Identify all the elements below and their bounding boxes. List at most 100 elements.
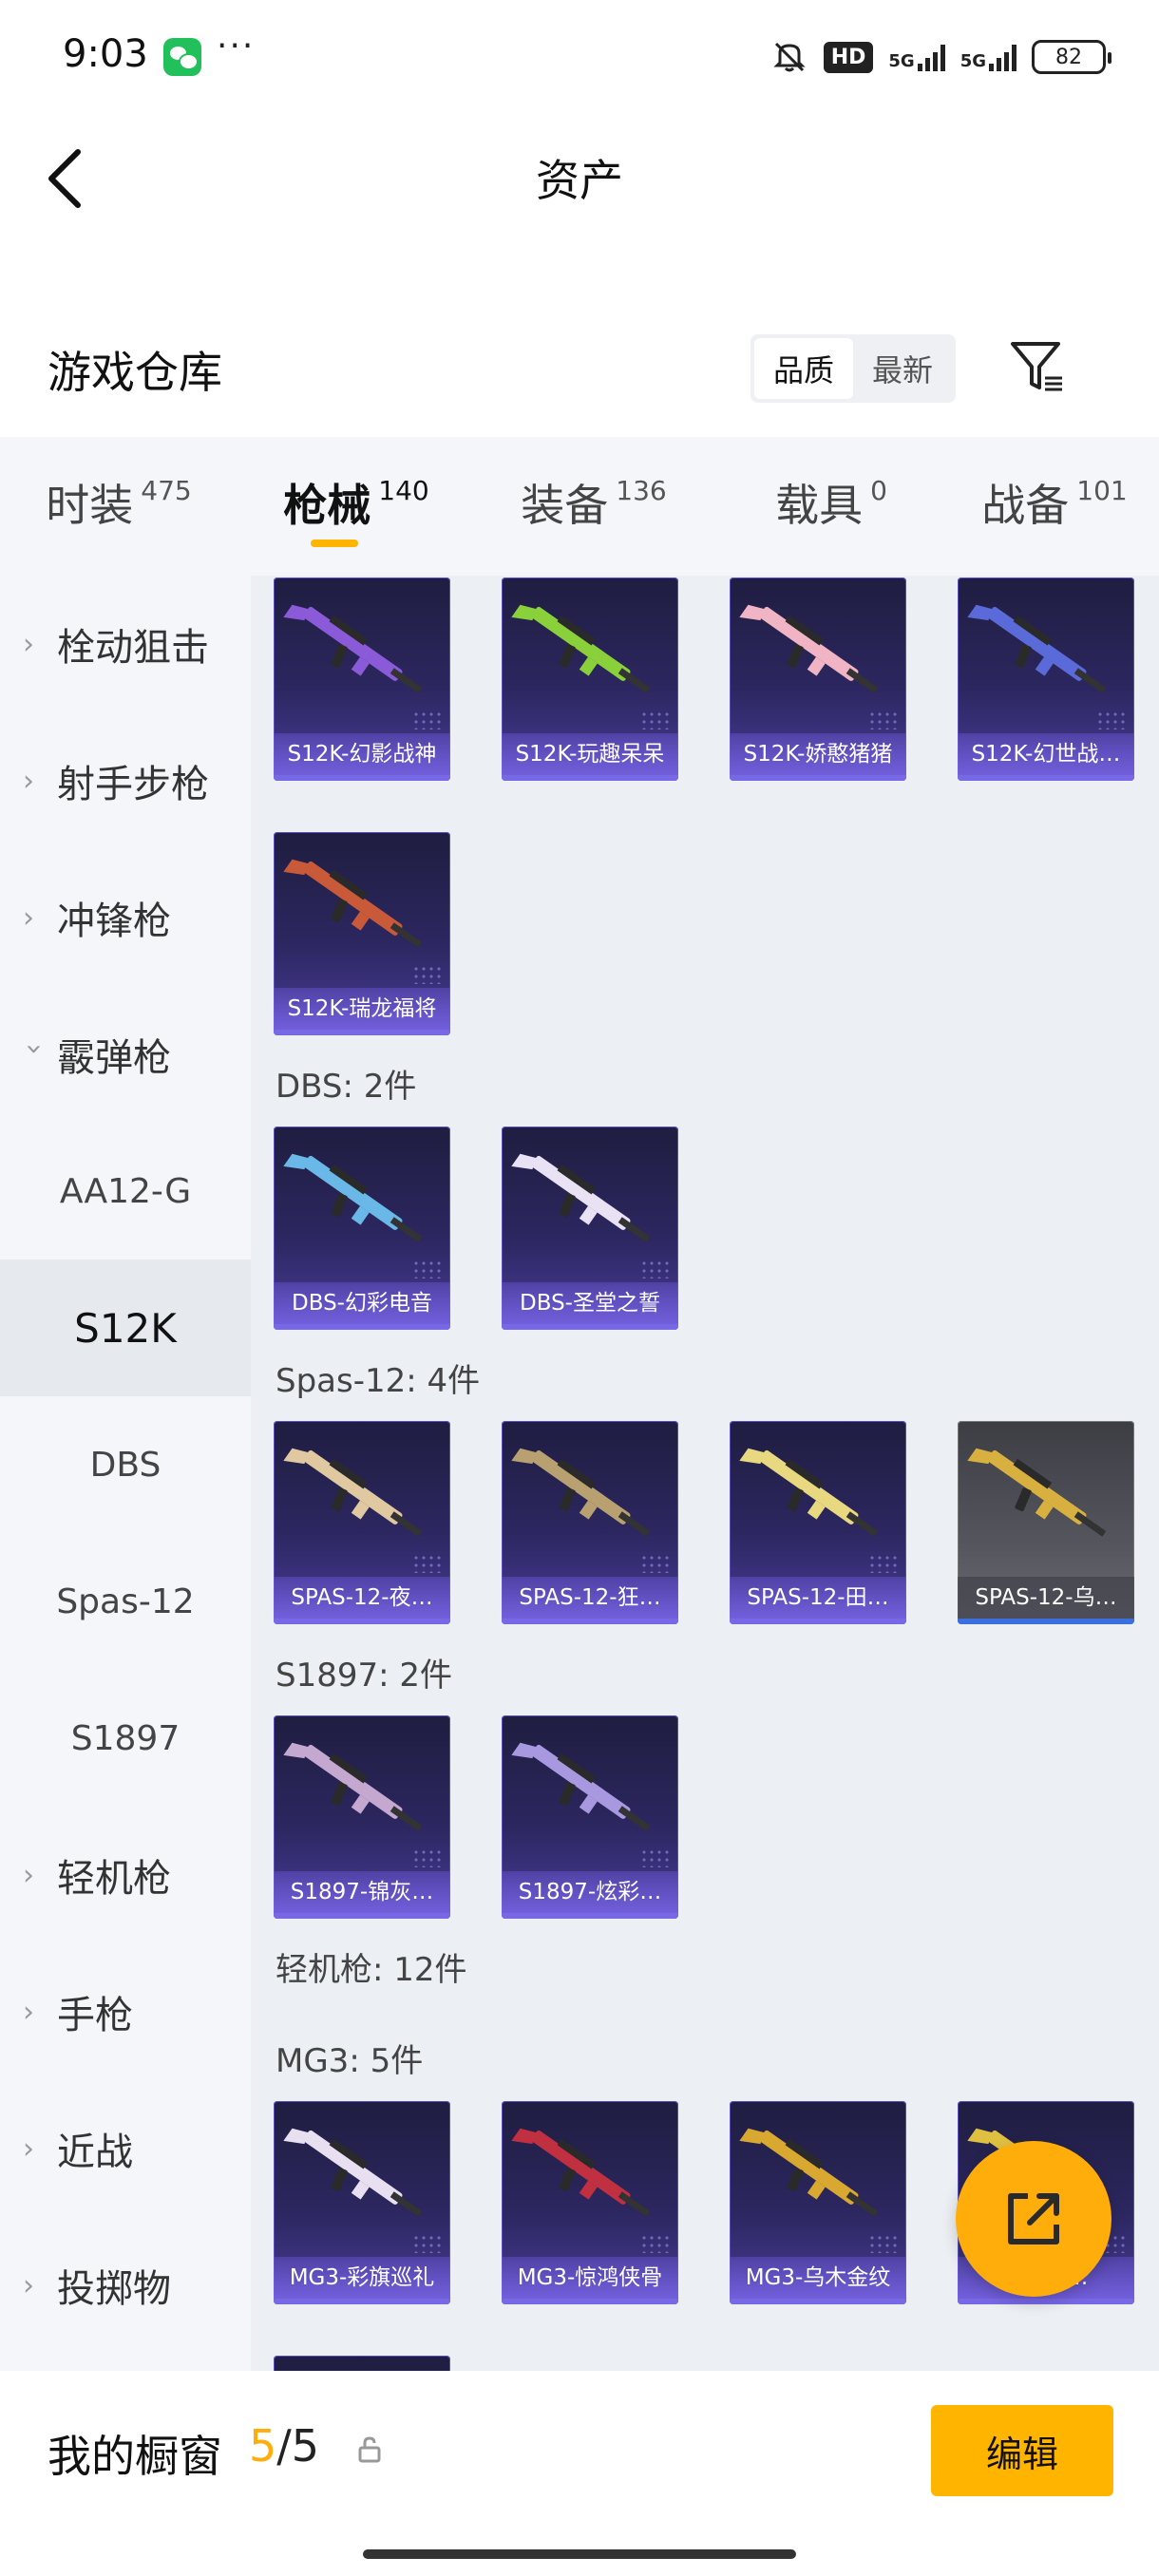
- tab-weapons[interactable]: 枪械 140: [238, 437, 475, 576]
- tab-fashion[interactable]: 时装 475: [0, 437, 238, 576]
- share-button[interactable]: [956, 2141, 1112, 2297]
- item-card[interactable]: [274, 2356, 450, 2371]
- group-label-spas12: Spas-12: 4件: [276, 1362, 481, 1400]
- item-card[interactable]: S12K-瑞龙福将: [274, 832, 450, 1035]
- sidebar-item-shotgun[interactable]: › 霰弹枪: [0, 986, 251, 1123]
- rarity-bar: [502, 1913, 678, 1919]
- weapon-category-sidebar: › 栓动狙击 › 射手步枪 › 冲锋枪 › 霰弹枪 AA12-G S12K DBS Sp…: [0, 576, 251, 2371]
- item-card[interactable]: SPAS-12-乌…: [958, 1421, 1134, 1624]
- item-card[interactable]: S1897-锦灰…: [274, 1715, 450, 1919]
- tab-label: 枪械: [283, 480, 371, 531]
- rarity-bar: [730, 1619, 906, 1624]
- item-name: S12K-娇憨猪猪: [730, 733, 906, 775]
- item-card[interactable]: SPAS-12-狂…: [502, 1421, 678, 1624]
- sidebar-item-label: 手枪: [57, 1994, 133, 2037]
- item-card[interactable]: SPAS-12-夜…: [274, 1421, 450, 1624]
- sidebar-sub-aa12g[interactable]: AA12-G: [0, 1123, 251, 1260]
- group-label-lmg: 轻机枪: 12件: [276, 1951, 467, 1989]
- item-name: SPAS-12-狂…: [502, 1577, 678, 1619]
- rarity-bar: [958, 775, 1134, 781]
- tab-equipment[interactable]: 装备 136: [475, 437, 712, 576]
- sidebar-item-label: 射手步枪: [57, 763, 209, 806]
- sort-latest-button[interactable]: 最新: [853, 338, 952, 399]
- chevron-right-icon: ›: [23, 1995, 34, 2029]
- item-card[interactable]: S12K-娇憨猪猪: [730, 578, 906, 781]
- item-card[interactable]: DBS-圣堂之誓: [502, 1127, 678, 1330]
- rarity-bar: [502, 2299, 678, 2304]
- item-name: SPAS-12-夜…: [274, 1577, 450, 1619]
- battery-icon: 82: [1032, 40, 1112, 74]
- sidebar-sub-dbs[interactable]: DBS: [0, 1396, 251, 1533]
- status-time: 9:03: [63, 32, 148, 76]
- machine-gun-skin-icon: [511, 2114, 669, 2238]
- sidebar-item-throwable[interactable]: › 投掷物: [0, 2217, 251, 2354]
- sidebar-item-label: 霰弹枪: [57, 1036, 171, 1080]
- tab-vehicles[interactable]: 载具 0: [712, 437, 950, 576]
- chevron-right-icon: ›: [23, 900, 34, 935]
- rarity-bar: [274, 2299, 450, 2304]
- chevron-right-icon: ›: [23, 1858, 34, 1892]
- sidebar-item-label: 投掷物: [57, 2267, 171, 2311]
- chevron-right-icon: ›: [23, 764, 34, 798]
- group-label-mg3: MG3: 5件: [276, 2042, 424, 2080]
- signal-5g-icon: 5G: [888, 43, 945, 71]
- chevron-right-icon: ›: [23, 627, 34, 661]
- mute-vibrate-icon: [773, 42, 806, 72]
- showcase-bar: 我的橱窗 5/5 编辑: [0, 2371, 1159, 2576]
- shotgun-skin-icon: [511, 1729, 669, 1852]
- sidebar-sub-s12k[interactable]: S12K: [0, 1260, 251, 1396]
- item-name: SPAS-12-乌…: [958, 1577, 1134, 1619]
- wechat-icon: [163, 38, 201, 76]
- share-external-icon: [1008, 2193, 1059, 2245]
- tab-label: 时装: [46, 480, 134, 531]
- item-card[interactable]: MG3-乌木金纹: [730, 2101, 906, 2304]
- sidebar-item-smg[interactable]: › 冲锋枪: [0, 849, 251, 986]
- item-name: S12K-幻世战…: [958, 733, 1134, 775]
- sidebar-item-label: 轻机枪: [57, 1857, 171, 1901]
- tab-supplies[interactable]: 战备 101: [950, 437, 1159, 576]
- item-name: S1897-锦灰…: [274, 1871, 450, 1913]
- sidebar-item-lmg[interactable]: › 轻机枪: [0, 1807, 251, 1943]
- filter-icon[interactable]: [1007, 336, 1068, 397]
- chevron-down-icon: ›: [17, 1043, 51, 1054]
- item-card[interactable]: MG3-彩旗巡礼: [274, 2101, 450, 2304]
- tab-count: 101: [1076, 475, 1128, 506]
- edit-button[interactable]: 编辑: [931, 2405, 1113, 2496]
- sidebar-item-marksman[interactable]: › 射手步枪: [0, 712, 251, 849]
- sidebar-sub-s1897[interactable]: S1897: [0, 1670, 251, 1807]
- item-name: S1897-炫彩…: [502, 1871, 678, 1913]
- tab-count: 475: [141, 475, 192, 506]
- rarity-bar: [274, 1324, 450, 1330]
- rarity-bar: [502, 1324, 678, 1330]
- tab-count: 136: [616, 475, 667, 506]
- sidebar-sub-spas12[interactable]: Spas-12: [0, 1533, 251, 1670]
- item-name: MG3-乌木金纹: [730, 2257, 906, 2299]
- page-title: 资产: [536, 155, 623, 206]
- more-notifications-icon: ···: [217, 27, 256, 66]
- chevron-right-icon: ›: [23, 2131, 34, 2166]
- machine-gun-skin-icon: [739, 2114, 897, 2238]
- lock-icon: [358, 2436, 381, 2463]
- sort-quality-button[interactable]: 品质: [754, 338, 853, 399]
- rarity-bar: [958, 2299, 1134, 2304]
- sidebar-item-melee[interactable]: › 近战: [0, 2080, 251, 2217]
- item-card[interactable]: S12K-幻影战神: [274, 578, 450, 781]
- item-card[interactable]: DBS-幻彩电音: [274, 1127, 450, 1330]
- shotgun-skin-icon: [511, 1140, 669, 1263]
- sidebar-item-bolt-sniper[interactable]: › 栓动狙击: [0, 576, 251, 712]
- tab-count: 140: [378, 475, 429, 506]
- item-card[interactable]: SPAS-12-田…: [730, 1421, 906, 1624]
- rarity-bar: [274, 1913, 450, 1919]
- shotgun-skin-icon: [739, 1434, 897, 1558]
- item-card[interactable]: S12K-玩趣呆呆: [502, 578, 678, 781]
- shotgun-skin-icon: [967, 1434, 1125, 1558]
- sidebar-item-label: 冲锋枪: [57, 900, 171, 943]
- tab-label: 载具: [775, 480, 864, 531]
- item-card[interactable]: MG3-惊鸿侠骨: [502, 2101, 678, 2304]
- item-card[interactable]: S12K-幻世战…: [958, 578, 1134, 781]
- group-label-dbs: DBS: 2件: [276, 1068, 417, 1106]
- item-card[interactable]: S1897-炫彩…: [502, 1715, 678, 1919]
- rarity-bar: [730, 775, 906, 781]
- active-tab-indicator: [311, 540, 358, 547]
- sidebar-item-pistol[interactable]: › 手枪: [0, 1943, 251, 2080]
